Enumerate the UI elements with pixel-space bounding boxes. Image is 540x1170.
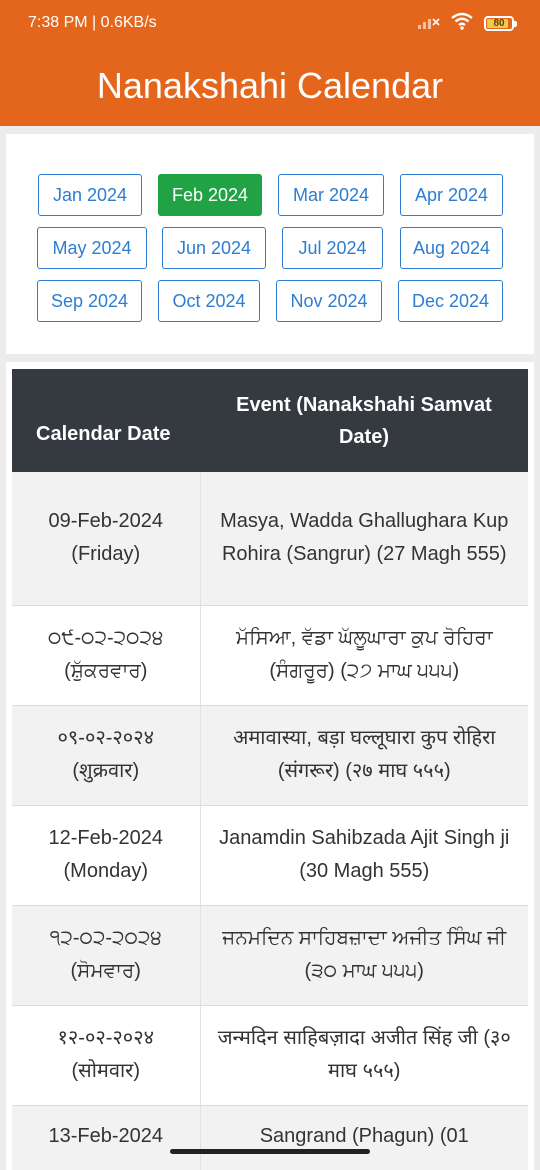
row-date: १२-०२-२०२४ (सोमवार) [12,1005,201,1106]
row-date: ੧੨-੦੨-੨੦੨੪ (ਸੋਮਵਾਰ) [12,905,201,1006]
events-table-container[interactable]: Calendar Date Event (Nanakshahi Samvat D… [6,362,534,1170]
battery-icon: 80 [484,15,517,31]
month-selector: Jan 2024 Feb 2024 Mar 2024 Apr 2024 May … [6,134,534,354]
header-event: Event (Nanakshahi Samvat Date) [200,369,528,472]
month-button-may[interactable]: May 2024 [37,227,147,269]
row-event: Sangrand (Phagun) (01 [200,1105,528,1170]
row-date: ੦੯-੦੨-੨੦੨੪ (ਸ਼ੁੱਕਰਵਾਰ) [12,605,201,706]
row-event: Masya, Wadda Ghallughara Kup Rohira (San… [200,472,528,606]
row-date: 09-Feb-2024 (Friday) [12,472,201,606]
row-event: जन्मदिन साहिबज़ादा अजीत सिंह जी (३० माघ … [200,1005,528,1106]
table-row: 13-Feb-2024 Sangrand (Phagun) (01 [12,1105,528,1170]
table-row: 09-Feb-2024 (Friday) Masya, Wadda Ghallu… [12,472,528,606]
row-event: अमावास्या, बड़ा घल्लूघारा कुप रोहिरा (सं… [200,705,528,806]
month-button-nov[interactable]: Nov 2024 [276,280,382,322]
status-bar: 7:38 PM | 0.6KB/s 80 [0,0,540,46]
status-icons: 80 [418,12,517,35]
row-event: ਮੱਸਿਆ, ਵੱਡਾ ਘੱਲੂਘਾਰਾ ਕੁਪ ਰੋਹਿਰਾ (ਸੰਗਰੂਰ)… [200,605,528,706]
battery-level: 80 [493,17,505,29]
table-header-row: Calendar Date Event (Nanakshahi Samvat D… [12,369,528,472]
row-date: 13-Feb-2024 [12,1105,201,1170]
app-title: Nanakshahi Calendar [96,65,444,106]
month-button-feb[interactable]: Feb 2024 [158,174,262,216]
table-row: ੦੯-੦੨-੨੦੨੪ (ਸ਼ੁੱਕਰਵਾਰ) ਮੱਸਿਆ, ਵੱਡਾ ਘੱਲੂਘ… [12,605,528,706]
table-row: ੧੨-੦੨-੨੦੨੪ (ਸੋਮਵਾਰ) ਜਨਮਦਿਨ ਸਾਹਿਬਜ਼ਾਦਾ ਅਜ… [12,905,528,1006]
month-button-dec[interactable]: Dec 2024 [398,280,503,322]
month-button-jan[interactable]: Jan 2024 [38,174,142,216]
month-button-aug[interactable]: Aug 2024 [400,227,503,269]
row-date: ०९-०२-२०२४ (शुक्रवार) [12,705,201,806]
month-button-mar[interactable]: Mar 2024 [278,174,384,216]
month-button-jul[interactable]: Jul 2024 [282,227,383,269]
wifi-icon [450,12,474,35]
header-calendar-date: Calendar Date [12,369,200,472]
table-row: १२-०२-२०२४ (सोमवार) जन्मदिन साहिबज़ादा अ… [12,1005,528,1106]
gesture-nav-bar[interactable] [170,1149,370,1154]
month-button-jun[interactable]: Jun 2024 [162,227,266,269]
row-date: 12-Feb-2024 (Monday) [12,805,201,906]
month-button-oct[interactable]: Oct 2024 [158,280,260,322]
row-event: ਜਨਮਦਿਨ ਸਾਹਿਬਜ਼ਾਦਾ ਅਜੀਤ ਸਿੰਘ ਜੀ (੩੦ ਮਾਘ ੫… [200,905,528,1006]
table-row: 12-Feb-2024 (Monday) Janamdin Sahibzada … [12,805,528,906]
table-row: ०९-०२-२०२४ (शुक्रवार) अमावास्या, बड़ा घल… [12,705,528,806]
status-time: 7:38 PM | 0.6KB/s [28,14,157,31]
month-button-sep[interactable]: Sep 2024 [37,280,142,322]
signal-icon [418,13,440,34]
row-event: Janamdin Sahibzada Ajit Singh ji (30 Mag… [200,805,528,906]
app-bar: Nanakshahi Calendar [0,46,540,126]
events-table: Calendar Date Event (Nanakshahi Samvat D… [12,369,528,1170]
month-button-apr[interactable]: Apr 2024 [400,174,503,216]
